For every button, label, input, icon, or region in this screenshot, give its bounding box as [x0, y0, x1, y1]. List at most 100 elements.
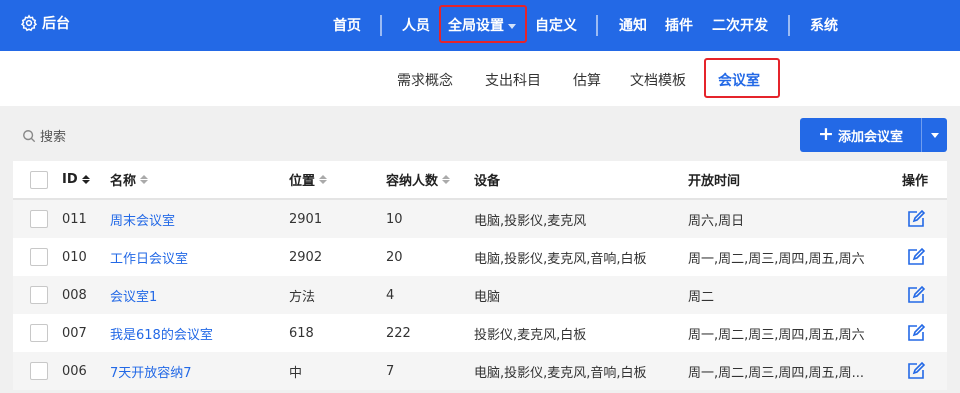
header-capacity-label: 容纳人数	[386, 174, 439, 189]
row-checkbox[interactable]	[30, 286, 48, 304]
header-actions: 操作	[902, 174, 929, 189]
chevron-down-icon	[930, 132, 939, 138]
top-navbar: 后台 首页 人员 全局设置 自定义 通知 插件 二次开发 系统	[0, 0, 960, 51]
tab-expense-subjects[interactable]: 支出科目	[485, 70, 541, 90]
search-button[interactable]: 搜索	[22, 126, 66, 145]
cell-open-time: 周一,周二,周三,周四,周五,周六	[688, 327, 865, 343]
tab-document-templates[interactable]: 文档模板	[630, 70, 686, 90]
cell-location: 中	[289, 365, 303, 381]
nav-divider	[788, 15, 790, 36]
cell-capacity: 7	[386, 363, 395, 379]
edit-icon	[908, 247, 926, 265]
cell-name-link[interactable]: 我是618的会议室	[110, 314, 213, 352]
cell-open-time: 周一,周二,周三,周四,周五,周...	[688, 365, 865, 381]
sort-icon	[319, 175, 328, 184]
select-all-cell	[30, 161, 48, 198]
select-all-checkbox[interactable]	[30, 170, 48, 189]
table-row: 007 我是618的会议室 618 222 投影仪,麦克风,白板 周一,周二,周…	[13, 314, 947, 352]
nav-item-plugins[interactable]: 插件	[665, 15, 693, 35]
edit-icon	[908, 361, 926, 379]
row-checkbox[interactable]	[30, 210, 48, 228]
cell-open-time: 周二	[688, 289, 715, 305]
cell-location: 2901	[289, 211, 323, 227]
edit-button[interactable]	[906, 200, 926, 238]
header-name[interactable]: 名称	[110, 161, 149, 198]
row-checkbox-cell	[30, 314, 48, 352]
cell-id: 008	[62, 287, 87, 303]
nav-item-system[interactable]: 系统	[810, 15, 838, 35]
cell-id: 006	[62, 363, 87, 379]
header-open-time: 开放时间	[688, 174, 741, 189]
row-checkbox-cell	[30, 352, 48, 390]
table-row: 011 周末会议室 2901 10 电脑,投影仪,麦克风 周六,周日	[13, 200, 947, 238]
cell-name-link[interactable]: 会议室1	[110, 276, 157, 314]
tab-active-highlight	[704, 58, 780, 98]
cell-capacity: 20	[386, 249, 403, 265]
row-checkbox-cell	[30, 238, 48, 276]
cell-name-link[interactable]: 工作日会议室	[110, 238, 188, 276]
edit-button[interactable]	[906, 276, 926, 314]
row-checkbox-cell	[30, 276, 48, 314]
sub-navbar: 需求概念 支出科目 估算 文档模板 会议室	[0, 51, 960, 106]
header-capacity[interactable]: 容纳人数	[386, 161, 451, 198]
add-meeting-room-group: + 添加会议室	[800, 118, 947, 152]
table-row: 006 7天开放容纳7 中 7 电脑,投影仪,麦克风,音响,白板 周一,周二,周…	[13, 352, 947, 390]
cell-location: 618	[289, 325, 314, 341]
main-nav: 首页 人员 全局设置 自定义 通知 插件 二次开发 系统	[0, 0, 960, 51]
cell-capacity: 10	[386, 211, 403, 227]
nav-divider	[596, 15, 598, 36]
cell-capacity: 4	[386, 287, 395, 303]
add-meeting-room-button[interactable]: + 添加会议室	[800, 118, 921, 152]
sort-icon	[81, 175, 90, 184]
cell-location: 2902	[289, 249, 323, 265]
row-checkbox-cell	[30, 200, 48, 238]
cell-name-link[interactable]: 周末会议室	[110, 200, 175, 238]
nav-item-home[interactable]: 首页	[333, 15, 361, 35]
nav-item-people[interactable]: 人员	[402, 15, 430, 35]
cell-equipment: 电脑,投影仪,麦克风,音响,白板	[474, 365, 647, 381]
row-checkbox[interactable]	[30, 324, 48, 342]
edit-button[interactable]	[906, 314, 926, 352]
header-name-label: 名称	[110, 174, 137, 189]
row-checkbox[interactable]	[30, 362, 48, 380]
nav-active-highlight	[439, 5, 527, 43]
cell-equipment: 电脑,投影仪,麦克风	[474, 213, 587, 229]
nav-item-custom[interactable]: 自定义	[535, 15, 577, 35]
cell-id: 007	[62, 325, 87, 341]
cell-capacity: 222	[386, 325, 411, 341]
search-icon	[23, 129, 36, 142]
nav-item-notifications[interactable]: 通知	[619, 15, 647, 35]
edit-icon	[908, 209, 926, 227]
header-id-label: ID	[62, 172, 78, 187]
cell-open-time: 周六,周日	[688, 213, 745, 229]
cell-name-link[interactable]: 7天开放容纳7	[110, 352, 192, 390]
sort-icon	[140, 175, 149, 184]
nav-item-development[interactable]: 二次开发	[712, 15, 768, 35]
edit-button[interactable]	[906, 352, 926, 390]
header-location-label: 位置	[289, 174, 316, 189]
header-equipment: 设备	[474, 174, 501, 189]
table-row: 010 工作日会议室 2902 20 电脑,投影仪,麦克风,音响,白板 周一,周…	[13, 238, 947, 276]
sort-icon	[442, 175, 451, 184]
row-checkbox[interactable]	[30, 248, 48, 266]
table-header-row: ID 名称 位置 容纳人数 设备 开放时间 操作	[13, 161, 947, 200]
add-meeting-room-label: 添加会议室	[837, 129, 903, 145]
cell-id: 010	[62, 249, 87, 265]
cell-location: 方法	[289, 289, 316, 305]
edit-icon	[908, 323, 926, 341]
header-location[interactable]: 位置	[289, 161, 328, 198]
cell-equipment: 电脑	[474, 289, 501, 305]
edit-button[interactable]	[906, 238, 926, 276]
plus-icon: +	[818, 122, 834, 145]
add-dropdown-toggle[interactable]	[922, 118, 947, 152]
cell-equipment: 投影仪,麦克风,白板	[474, 327, 587, 343]
cell-equipment: 电脑,投影仪,麦克风,音响,白板	[474, 251, 647, 267]
table-row: 008 会议室1 方法 4 电脑 周二	[13, 276, 947, 314]
cell-id: 011	[62, 211, 87, 227]
nav-divider	[380, 15, 382, 36]
tab-estimate[interactable]: 估算	[573, 70, 601, 90]
tab-requirement-concept[interactable]: 需求概念	[397, 70, 453, 90]
edit-icon	[908, 285, 926, 303]
header-id[interactable]: ID	[62, 161, 90, 198]
search-label: 搜索	[40, 130, 67, 145]
